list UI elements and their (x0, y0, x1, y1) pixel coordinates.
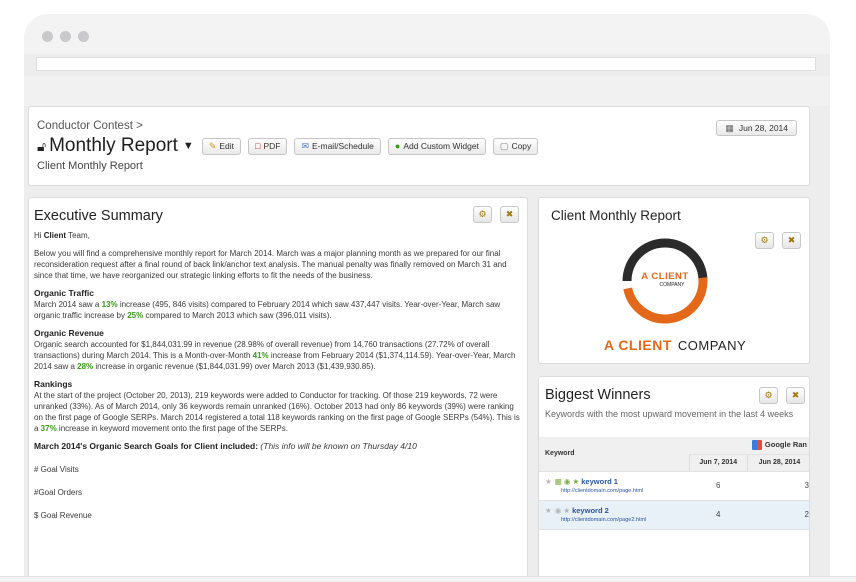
copy-icon: ▢ (499, 140, 509, 151)
envelope-icon: ✉ (301, 140, 309, 151)
report-header: Conductor Contest > 🔓︎ Monthly Report ▼ … (28, 106, 810, 186)
google-icon (751, 440, 762, 451)
exec-panel-actions: ⚙ ✖ (473, 206, 519, 223)
client-widget-title: Client Monthly Report (551, 208, 681, 223)
goals-paragraph: March 2014's Organic Search Goals for Cl… (34, 441, 417, 451)
keyword-column-header[interactable]: Keyword (539, 437, 689, 472)
date-column-header[interactable]: Jun 7, 2014 (688, 454, 748, 472)
add-custom-widget-button[interactable]: ● Add Custom Widget (387, 137, 486, 155)
exec-summary-body: Hi Client Team, Below you will find a co… (34, 230, 524, 528)
date-label: Jun 28, 2014 (738, 123, 788, 133)
rankings-paragraph: At the start of the project (October 20,… (34, 391, 520, 433)
email-schedule-button[interactable]: ✉ E-mail/Schedule (294, 137, 381, 155)
table-row[interactable]: ★ ◉ ★ keyword 2 http://clientdomain.com/pa… (539, 500, 809, 530)
pdf-icon: □ (255, 141, 261, 151)
rank-cell: 6 (689, 471, 748, 501)
caret-down-icon[interactable]: ▼ (183, 140, 194, 152)
goal-visits: # Goal Visits (34, 465, 79, 474)
goal-orders: #Goal Orders (34, 488, 83, 497)
star-icon[interactable]: ★ (545, 477, 552, 486)
page-bottom-edge (0, 576, 856, 582)
intro-paragraph: Below you will find a comprehensive mont… (34, 249, 507, 280)
ring-logo-line1: A CLIENT (641, 271, 689, 282)
settings-icon[interactable]: ⚙ (755, 232, 774, 249)
client-report-widget: Client Monthly Report ⚙ ✖ A CLIENT COMPA… (538, 197, 810, 364)
star-icon[interactable]: ★ (545, 506, 552, 515)
client-panel-actions: ⚙ ✖ (755, 232, 801, 249)
winners-subtitle: Keywords with the most upward movement i… (545, 409, 794, 419)
edit-button-label: Edit (219, 141, 235, 151)
browser-window: Conductor Contest > 🔓︎ Monthly Report ▼ … (24, 14, 830, 582)
table-header-row: Keyword Google Ran (539, 437, 809, 472)
winners-title: Biggest Winners (545, 387, 651, 403)
close-dot-icon[interactable] (42, 31, 53, 42)
email-button-label: E-mail/Schedule (312, 141, 374, 151)
revenue-paragraph: Organic search accounted for $1,844,031.… (34, 340, 516, 371)
table-row[interactable]: ★ ▦ ◉ ★ keyword 1 http://clientdomain.com/… (539, 471, 809, 501)
address-bar[interactable] (36, 57, 816, 71)
delete-widget-icon[interactable]: ✖ (786, 387, 805, 404)
client-logo-wordmark: A CLIENT COMPANY (603, 337, 747, 353)
copy-button-label: Copy (511, 141, 532, 151)
rank-cell: 3 (747, 471, 809, 501)
rankings-heading: Rankings (34, 379, 73, 389)
exec-summary-title: Executive Summary (34, 208, 163, 224)
winners-table: Keyword Google Ran Jun 7, 2014 Jun 28, 2… (539, 437, 809, 530)
revenue-heading: Organic Revenue (34, 328, 104, 338)
calendar-icon: ▦ (725, 122, 734, 133)
client-logo-ring: A CLIENT COMPANY (620, 236, 710, 326)
keyword-tools-icon[interactable]: ▦ ◉ ★ (555, 477, 580, 486)
traffic-heading: Organic Traffic (34, 288, 94, 298)
winners-panel-actions: ⚙ ✖ (759, 387, 805, 404)
pdf-button[interactable]: □ PDF (248, 137, 288, 155)
browser-titlebar (24, 14, 830, 54)
executive-summary-panel: Executive Summary ⚙ ✖ Hi Client Team, Be… (28, 197, 528, 582)
keyword-url[interactable]: http://clientdomain.com/page.html (545, 488, 689, 494)
date-column-header[interactable]: Jun 28, 2014 (746, 454, 809, 472)
settings-icon[interactable]: ⚙ (759, 387, 778, 404)
date-picker-button[interactable]: ▦ Jun 28, 2014 (716, 120, 797, 136)
keyword-link[interactable]: keyword 2 (572, 506, 609, 515)
goal-revenue: $ Goal Revenue (34, 511, 92, 520)
minimize-dot-icon[interactable] (60, 31, 71, 42)
breadcrumb[interactable]: Conductor Contest > (37, 120, 143, 132)
keyword-link[interactable]: keyword 1 (581, 477, 618, 486)
edit-button[interactable]: ✎ Edit (201, 137, 242, 155)
greeting: Hi Client Team, (34, 231, 90, 240)
traffic-paragraph: March 2014 saw a 13% increase (495, 846 … (34, 300, 501, 320)
rank-cell: 4 (689, 500, 748, 530)
settings-icon[interactable]: ⚙ (473, 206, 492, 223)
biggest-winners-widget: Biggest Winners ⚙ ✖ Keywords with the mo… (538, 376, 810, 582)
app-toolbar-strip (24, 76, 830, 106)
plus-circle-icon: ● (394, 141, 401, 151)
delete-widget-icon[interactable]: ✖ (782, 232, 801, 249)
window-controls (42, 31, 89, 42)
pencil-icon: ✎ (208, 140, 217, 151)
rank-cell: 2 (747, 500, 809, 530)
keyword-url[interactable]: http://clientdomain.com/page2.html (545, 517, 689, 523)
title-row: 🔓︎ Monthly Report ▼ ✎ Edit □ PDF ✉ E-mail/S… (37, 135, 545, 157)
keyword-tools-icon[interactable]: ◉ ★ (555, 506, 570, 515)
report-subtitle: Client Monthly Report (37, 160, 143, 172)
pdf-button-label: PDF (263, 141, 281, 151)
add-widget-label: Add Custom Widget (403, 141, 479, 151)
unlock-icon[interactable]: 🔓︎ (37, 138, 46, 155)
google-rank-column-header: Google Ran (689, 437, 809, 455)
page-title: Monthly Report (49, 135, 178, 156)
copy-button[interactable]: ▢ Copy (492, 137, 539, 155)
ring-logo-line2: COMPANY (659, 282, 685, 288)
delete-widget-icon[interactable]: ✖ (500, 206, 519, 223)
maximize-dot-icon[interactable] (78, 31, 89, 42)
